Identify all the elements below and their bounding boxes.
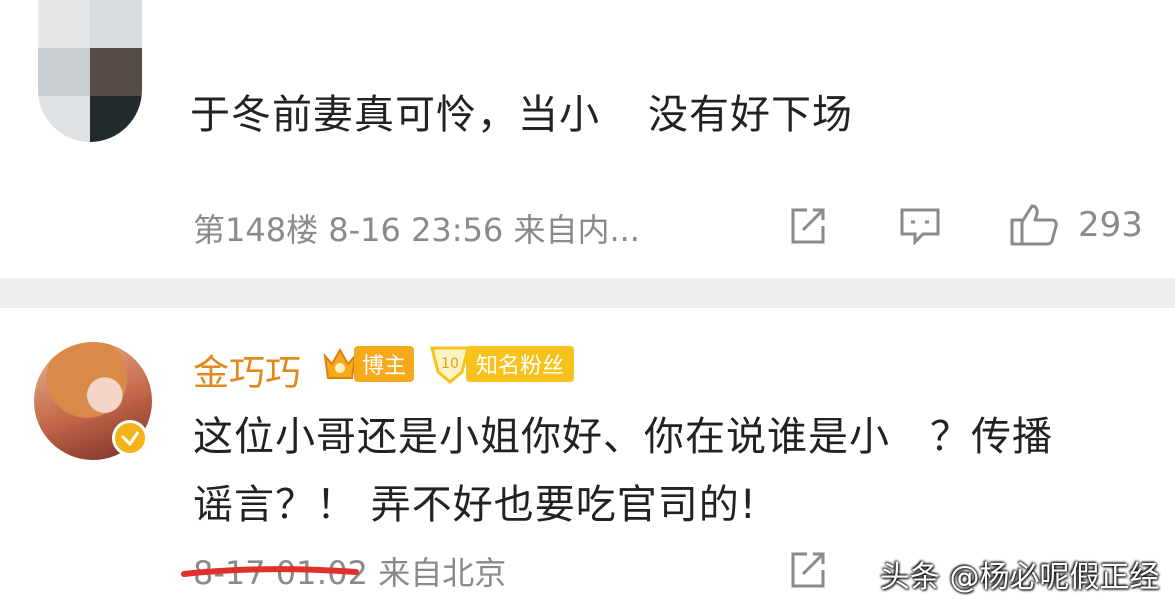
comment-time: 8-16 23:56 bbox=[328, 211, 504, 249]
comment-text: 于冬前妻真可怜，当小 没有好下场 bbox=[190, 82, 853, 140]
like-count: 293 bbox=[1078, 205, 1143, 245]
like-icon[interactable] bbox=[1010, 202, 1058, 246]
share-icon[interactable] bbox=[787, 550, 827, 590]
svg-text:10: 10 bbox=[441, 356, 459, 372]
floor-number: 第148楼 bbox=[193, 211, 319, 249]
badge-fans-label: 知名粉丝 bbox=[466, 346, 575, 382]
comment-text-line-1-part1: 这位小哥还是小姐你好、你在说谁是小 bbox=[193, 414, 890, 460]
comment-source: 来自内... bbox=[513, 211, 640, 249]
verified-badge-icon bbox=[112, 420, 148, 456]
comment-icon[interactable] bbox=[899, 206, 941, 246]
badge-fans[interactable]: 10 知名粉丝 bbox=[428, 344, 575, 384]
avatar-blurred[interactable] bbox=[38, 0, 142, 142]
badge-blogger-label: 博主 bbox=[354, 346, 415, 382]
crown-icon bbox=[323, 347, 357, 379]
badge-blogger[interactable]: 博主 bbox=[322, 344, 415, 384]
comment-text-part2: 没有好下场 bbox=[648, 92, 853, 138]
username[interactable]: 金巧巧 bbox=[193, 344, 301, 396]
comment-text-line-1-part2: ？传播 bbox=[930, 414, 1053, 460]
comment-meta: 第148楼 8-16 23:56 来自内... bbox=[193, 205, 640, 251]
comment-text-line-1: 这位小哥还是小姐你好、你在说谁是小 ？传播 bbox=[193, 404, 1053, 462]
comment-text-part1: 于冬前妻真可怜，当小 bbox=[190, 92, 600, 138]
watermark: 头条 @杨必呢假正经 bbox=[880, 560, 1160, 595]
share-icon[interactable] bbox=[787, 206, 827, 246]
red-underline-annotation bbox=[181, 566, 359, 577]
section-divider bbox=[0, 278, 1175, 308]
comment-text-line-2: 谣言？！ 弄不好也要吃官司的! bbox=[193, 482, 757, 528]
comment-card-1: 于冬前妻真可怜，当小 没有好下场 第148楼 8-16 23:56 来自内... … bbox=[0, 0, 1175, 278]
comment-source: 来自北京 bbox=[378, 554, 507, 592]
